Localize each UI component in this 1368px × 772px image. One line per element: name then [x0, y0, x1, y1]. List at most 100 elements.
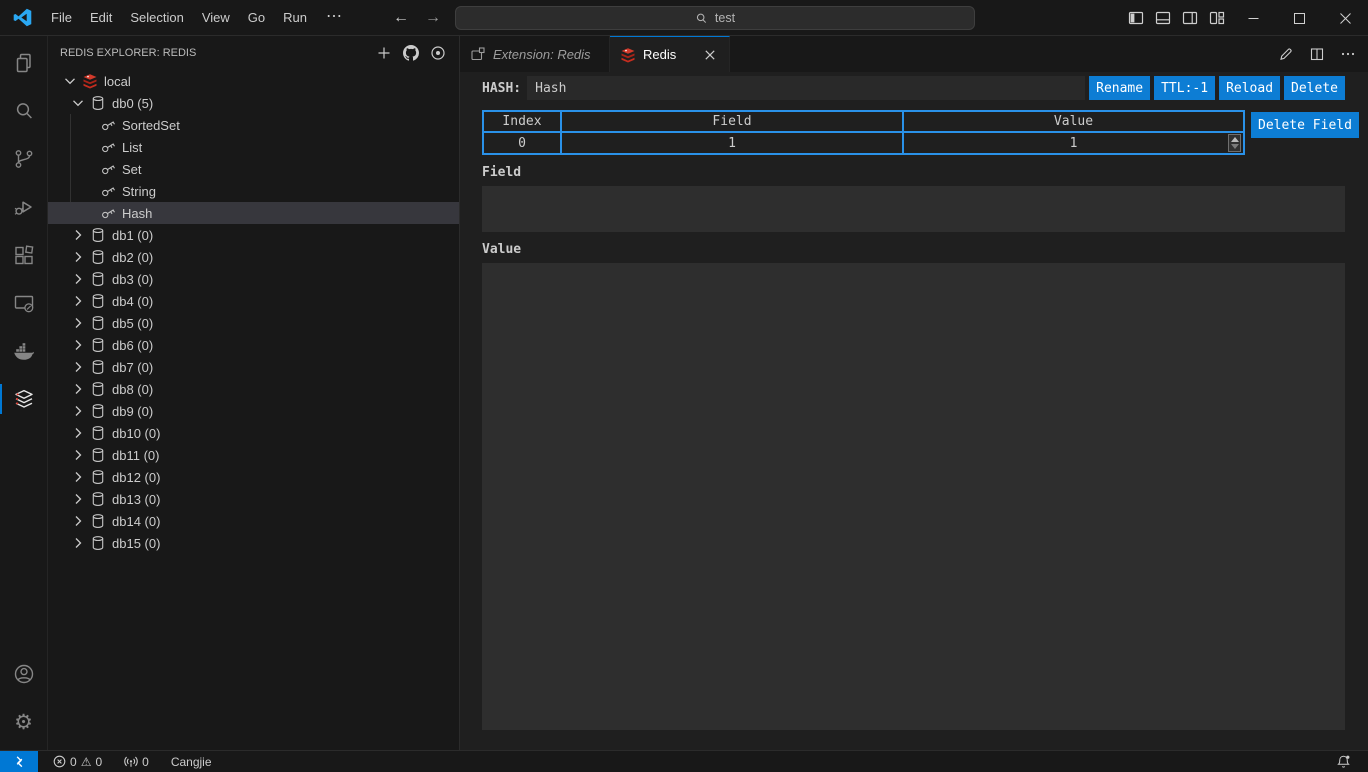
row-spinner[interactable] [1228, 134, 1241, 152]
activity-extensions[interactable] [0, 231, 47, 279]
close-tab-icon[interactable] [701, 46, 719, 64]
cell-field[interactable]: 1 [561, 132, 903, 154]
toggle-panel-icon[interactable] [1149, 0, 1176, 36]
activity-docker[interactable] [0, 327, 47, 375]
tree-chevron-icon [70, 425, 86, 441]
tree-chevron-icon [70, 403, 86, 419]
key-action-button[interactable]: TTL:-1 [1154, 76, 1215, 100]
toggle-sidebar-icon[interactable] [1122, 0, 1149, 36]
key-action-button[interactable]: Delete [1284, 76, 1345, 100]
tree-item[interactable]: db2 (0) [48, 246, 459, 268]
table-row[interactable]: 0 1 1 [483, 132, 1244, 154]
remote-indicator[interactable] [0, 751, 38, 772]
activity-source-control[interactable] [0, 135, 47, 183]
github-button[interactable] [402, 44, 420, 62]
edit-icon[interactable] [1278, 46, 1294, 62]
cell-index[interactable]: 0 [483, 132, 561, 154]
tree-item[interactable]: db0 (5) [48, 92, 459, 114]
tree-item[interactable]: db3 (0) [48, 268, 459, 290]
spinner-up-icon[interactable] [1231, 137, 1239, 142]
menu-item[interactable]: Selection [121, 0, 192, 36]
cell-value[interactable]: 1 [903, 132, 1244, 154]
titlebar-right [1122, 0, 1368, 36]
tree-item[interactable]: db6 (0) [48, 334, 459, 356]
tree-item[interactable]: db11 (0) [48, 444, 459, 466]
close-window-button[interactable] [1322, 0, 1368, 36]
tree-chevron-icon [62, 73, 78, 89]
tab-redis[interactable]: Redis [610, 36, 730, 72]
activity-search[interactable] [0, 87, 47, 135]
tree-item[interactable]: Set [48, 158, 459, 180]
menu-item[interactable]: Run [274, 0, 316, 36]
redis-icon [620, 47, 636, 63]
menu-item[interactable]: Edit [81, 0, 121, 36]
menu-item[interactable]: File [42, 0, 81, 36]
forward-arrow-icon[interactable]: → [425, 9, 441, 27]
back-arrow-icon[interactable]: ← [393, 9, 409, 27]
notifications-button[interactable] [1329, 754, 1358, 769]
maximize-button[interactable] [1276, 0, 1322, 36]
spinner-down-icon[interactable] [1231, 144, 1239, 149]
tree-item-label: db0 (5) [112, 96, 153, 111]
customize-layout-icon[interactable] [1203, 0, 1230, 36]
key-action-buttons: RenameTTL:-1ReloadDelete [1085, 76, 1345, 100]
tree-item-label: db14 (0) [112, 514, 160, 529]
tree-item[interactable]: Hash [48, 202, 459, 224]
tab-extension-redis[interactable]: Extension: Redis [460, 36, 610, 72]
remote-icon [12, 754, 27, 769]
menu-item[interactable]: Go [239, 0, 274, 36]
key-action-button[interactable]: Rename [1089, 76, 1150, 100]
tree-item-icon [90, 249, 106, 265]
tree-item[interactable]: db13 (0) [48, 488, 459, 510]
tree-item[interactable]: db5 (0) [48, 312, 459, 334]
key-name-input[interactable] [527, 76, 1085, 100]
tree-item[interactable]: SortedSet [48, 114, 459, 136]
tree-item[interactable]: String [48, 180, 459, 202]
tree-item[interactable]: local [48, 70, 459, 92]
account-button[interactable] [0, 650, 47, 698]
problems-item[interactable]: 0 ⚠ 0 [46, 751, 109, 772]
tree-item[interactable]: db15 (0) [48, 532, 459, 554]
search-icon [695, 12, 708, 25]
more-actions-icon[interactable] [1340, 46, 1356, 62]
activity-run-debug[interactable] [0, 183, 47, 231]
status-bar: 0 ⚠ 0 0 Cangjie [0, 750, 1368, 772]
minimize-button[interactable] [1230, 0, 1276, 36]
delete-field-button[interactable]: Delete Field [1251, 112, 1359, 138]
tree-item[interactable]: db9 (0) [48, 400, 459, 422]
menu-item[interactable]: View [193, 0, 239, 36]
tree-item[interactable]: db12 (0) [48, 466, 459, 488]
tree-items: local db0 (5) SortedSet List [48, 70, 459, 554]
activity-remote-explorer[interactable] [0, 279, 47, 327]
tree-item[interactable]: db10 (0) [48, 422, 459, 444]
tree-item-icon [90, 491, 106, 507]
tree-item-label: db3 (0) [112, 272, 153, 287]
tree-item[interactable]: db8 (0) [48, 378, 459, 400]
split-editor-icon[interactable] [1309, 46, 1325, 62]
command-center-search[interactable]: test [455, 6, 975, 30]
tree-item[interactable]: db7 (0) [48, 356, 459, 378]
tree-item[interactable]: db1 (0) [48, 224, 459, 246]
tree-item[interactable]: List [48, 136, 459, 158]
menu-more-button[interactable]: ⋯ [316, 0, 353, 36]
tree-item-label: Hash [122, 206, 152, 221]
issues-button[interactable] [429, 44, 447, 62]
field-textarea[interactable] [482, 186, 1345, 232]
activity-explorer[interactable] [0, 39, 47, 87]
tree-item-label: db12 (0) [112, 470, 160, 485]
key-action-button[interactable]: Reload [1219, 76, 1280, 100]
settings-button[interactable]: ⚙ [0, 698, 47, 746]
toggle-secondary-sidebar-icon[interactable] [1176, 0, 1203, 36]
tree-item[interactable]: db4 (0) [48, 290, 459, 312]
ports-item[interactable]: 0 [117, 751, 156, 772]
bell-icon [1336, 754, 1351, 769]
tree-item[interactable]: db14 (0) [48, 510, 459, 532]
add-connection-button[interactable] [375, 44, 393, 62]
activity-redis-explorer[interactable] [0, 375, 47, 423]
activity-bar: ⚙ [0, 36, 48, 750]
tree-item-icon [90, 403, 106, 419]
language-mode: Cangjie [171, 755, 212, 769]
value-textarea[interactable] [482, 263, 1345, 730]
tree-chevron-icon [70, 271, 86, 287]
language-mode-item[interactable]: Cangjie [164, 751, 219, 772]
